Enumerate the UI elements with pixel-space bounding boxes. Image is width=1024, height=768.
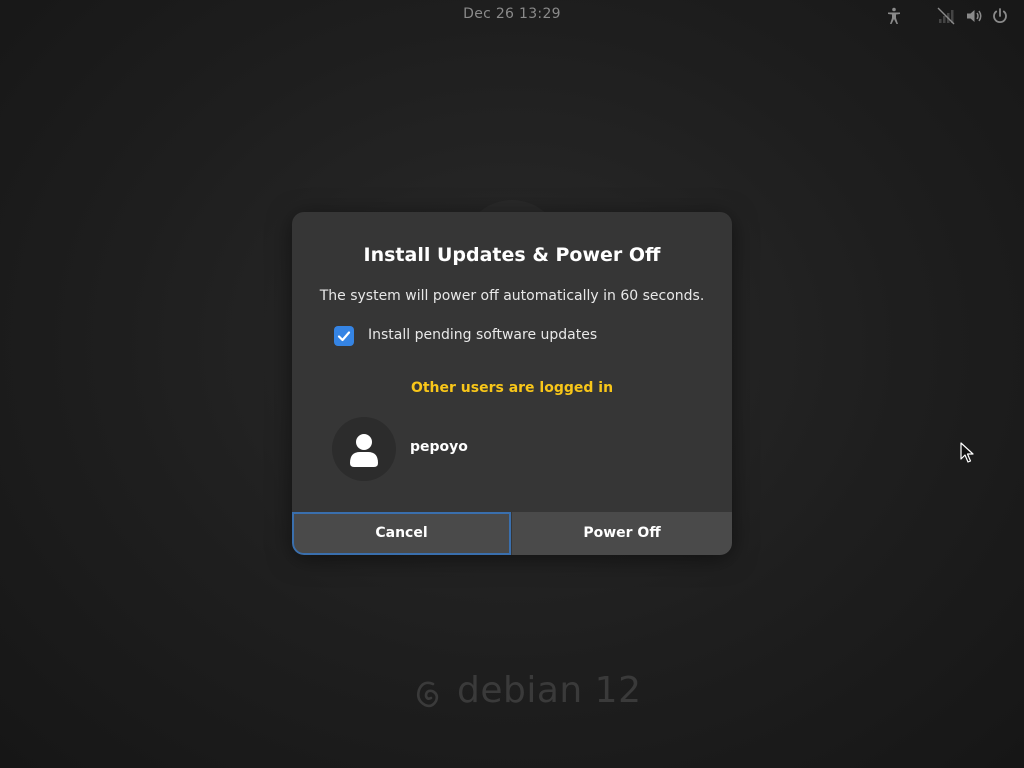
volume-icon[interactable] [964, 6, 984, 26]
top-bar: Dec 26 13:29 [0, 0, 1024, 32]
debian-version-text: debian 12 [457, 670, 642, 711]
user-avatar [332, 417, 396, 481]
power-off-dialog: Install Updates & Power Off The system w… [292, 212, 732, 555]
system-tray[interactable] [884, 6, 1010, 26]
dialog-button-bar: Cancel Power Off [292, 512, 732, 555]
cancel-button[interactable]: Cancel [292, 512, 511, 555]
power-off-button[interactable]: Power Off [512, 512, 732, 555]
accessibility-icon[interactable] [884, 6, 904, 26]
install-updates-checkbox[interactable] [334, 326, 354, 346]
install-updates-label[interactable]: Install pending software updates [368, 327, 597, 343]
power-icon[interactable] [990, 6, 1010, 26]
network-icon[interactable] [936, 6, 956, 26]
mouse-pointer-icon [960, 442, 974, 463]
date-time-clock[interactable]: Dec 26 13:29 [0, 6, 1024, 22]
debian-branding: debian 12 [413, 668, 641, 716]
user-icon [350, 434, 378, 467]
dialog-message: The system will power off automatically … [319, 288, 705, 304]
checkmark-icon [337, 331, 351, 342]
dialog-title: Install Updates & Power Off [363, 244, 661, 266]
debian-swirl-icon [416, 681, 439, 708]
other-users-warning: Other users are logged in [410, 380, 614, 396]
user-name: pepoyo [410, 439, 468, 455]
